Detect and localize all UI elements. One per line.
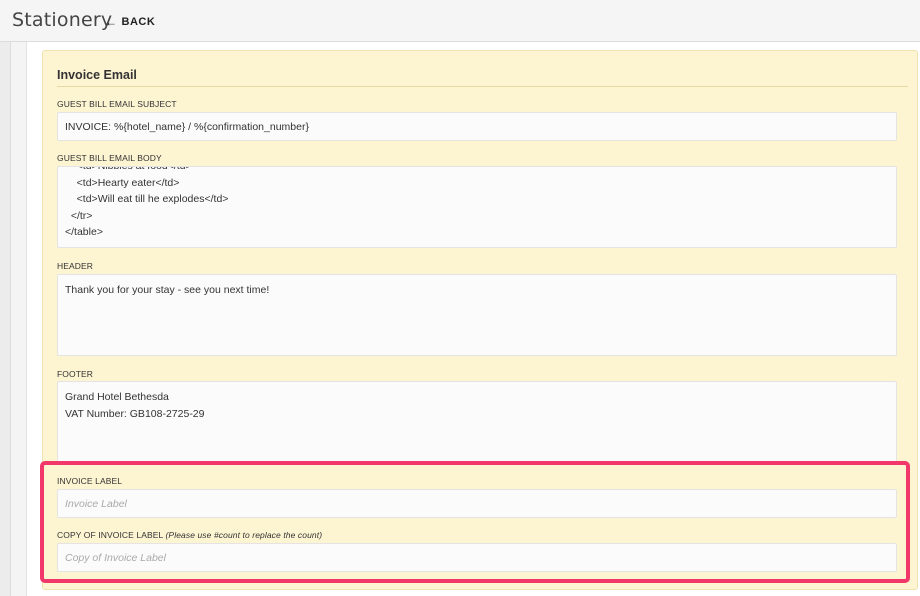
top-bar: Stationery ← BACK: [0, 0, 920, 42]
copy-invoice-label-input[interactable]: Copy of Invoice Label: [57, 543, 897, 572]
back-button[interactable]: ← BACK: [105, 15, 155, 29]
body-line: <td>Will eat till he explodes</td>: [65, 193, 229, 205]
copy-invoice-label-label: COPY OF INVOICE LABEL (Please use #count…: [57, 530, 322, 540]
body-label: GUEST BILL EMAIL BODY: [57, 153, 162, 163]
footer-label: FOOTER: [57, 369, 94, 379]
body-textarea[interactable]: <td>Nibbles at food</td> <td>Hearty eate…: [57, 166, 897, 248]
footer-line: Grand Hotel Bethesda: [65, 391, 169, 403]
back-label: BACK: [121, 16, 156, 28]
footer-line: VAT Number: GB108-2725-29: [65, 407, 205, 420]
header-textarea[interactable]: Thank you for your stay - see you next t…: [57, 274, 897, 356]
subject-input[interactable]: INVOICE: %{hotel_name} / %{confirmation_…: [57, 112, 897, 141]
footer-textarea[interactable]: Grand Hotel Bethesda VAT Number: GB108-2…: [57, 381, 897, 463]
subject-label: GUEST BILL EMAIL SUBJECT: [57, 99, 177, 109]
invoice-email-card: Invoice Email GUEST BILL EMAIL SUBJECT I…: [42, 50, 918, 590]
body-line: <td>Hearty eater</td>: [65, 176, 180, 189]
card-title: Invoice Email: [57, 68, 137, 82]
page-title: Stationery: [12, 9, 113, 31]
divider: [57, 86, 908, 87]
copy-label-hint: (Please use #count to replace the count): [165, 530, 323, 540]
body-line: </tr>: [65, 209, 93, 222]
main-content: Invoice Email GUEST BILL EMAIL SUBJECT I…: [10, 42, 920, 596]
header-label: HEADER: [57, 261, 94, 271]
body-line: <td>Nibbles at food</td>: [65, 166, 192, 172]
side-strip: [11, 42, 27, 596]
arrow-left-icon: ←: [105, 15, 118, 29]
body-line: </table>: [65, 226, 103, 238]
invoice-label-label: INVOICE LABEL: [57, 476, 123, 486]
invoice-label-input[interactable]: Invoice Label: [57, 489, 897, 518]
copy-label-text: COPY OF INVOICE LABEL: [57, 530, 164, 540]
